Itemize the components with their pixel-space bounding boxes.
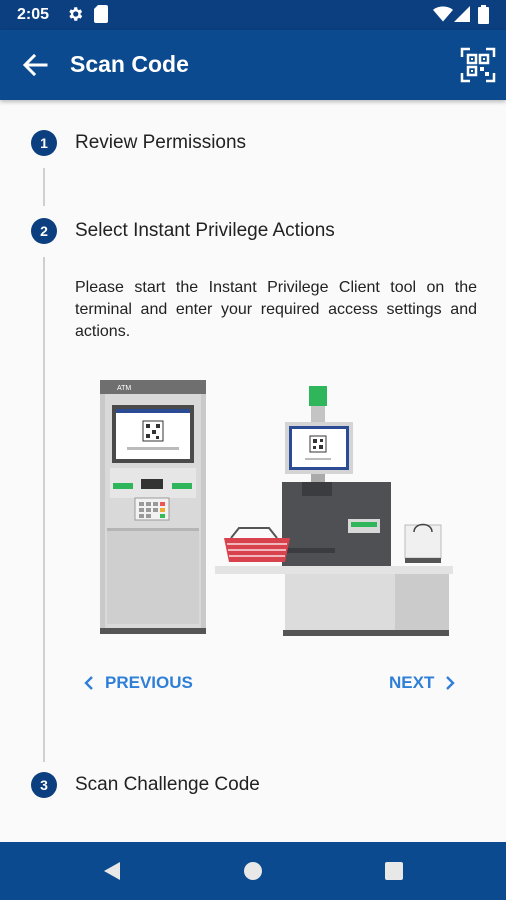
step-title-select-actions[interactable]: Select Instant Privilege Actions <box>75 220 335 242</box>
atm-machine-image: ATM <box>100 380 206 634</box>
atm-label: ATM <box>117 385 131 392</box>
wifi-icon <box>433 6 453 22</box>
step-title-scan-challenge[interactable]: Scan Challenge Code <box>75 774 260 796</box>
signal-icon <box>454 6 470 22</box>
previous-label: PREVIOUS <box>105 673 193 692</box>
step-number-badge: 2 <box>31 218 57 244</box>
stepper-connector <box>43 168 45 206</box>
next-button[interactable]: NEXT <box>389 673 456 693</box>
app-bar: Scan Code <box>0 30 506 100</box>
terminal-illustration: ATM <box>100 380 453 636</box>
sim-card-icon <box>94 5 108 23</box>
system-navigation-bar <box>0 842 506 900</box>
step-number-badge: 3 <box>31 772 57 798</box>
previous-button[interactable]: PREVIOUS <box>83 673 193 693</box>
battery-icon <box>478 5 489 24</box>
self-checkout-image <box>215 386 453 636</box>
page-title: Scan Code <box>70 51 189 77</box>
step-title-review-permissions[interactable]: Review Permissions <box>75 132 246 154</box>
settings-gear-icon <box>69 7 83 21</box>
stepper-connector <box>43 257 45 762</box>
step-instructions: Please start the Instant Privilege Clien… <box>75 279 477 340</box>
back-triangle-icon[interactable] <box>100 859 124 883</box>
qr-code-icon[interactable] <box>460 47 496 83</box>
recents-square-icon[interactable] <box>382 859 406 883</box>
chevron-left-icon <box>84 676 93 690</box>
back-arrow-icon[interactable] <box>18 50 52 80</box>
next-label: NEXT <box>389 673 435 692</box>
step-number-badge: 1 <box>31 130 57 156</box>
chevron-right-icon <box>446 676 456 690</box>
status-time: 2:05 <box>17 6 50 23</box>
home-circle-icon[interactable] <box>241 859 265 883</box>
status-bar: 2:05 <box>0 0 506 30</box>
